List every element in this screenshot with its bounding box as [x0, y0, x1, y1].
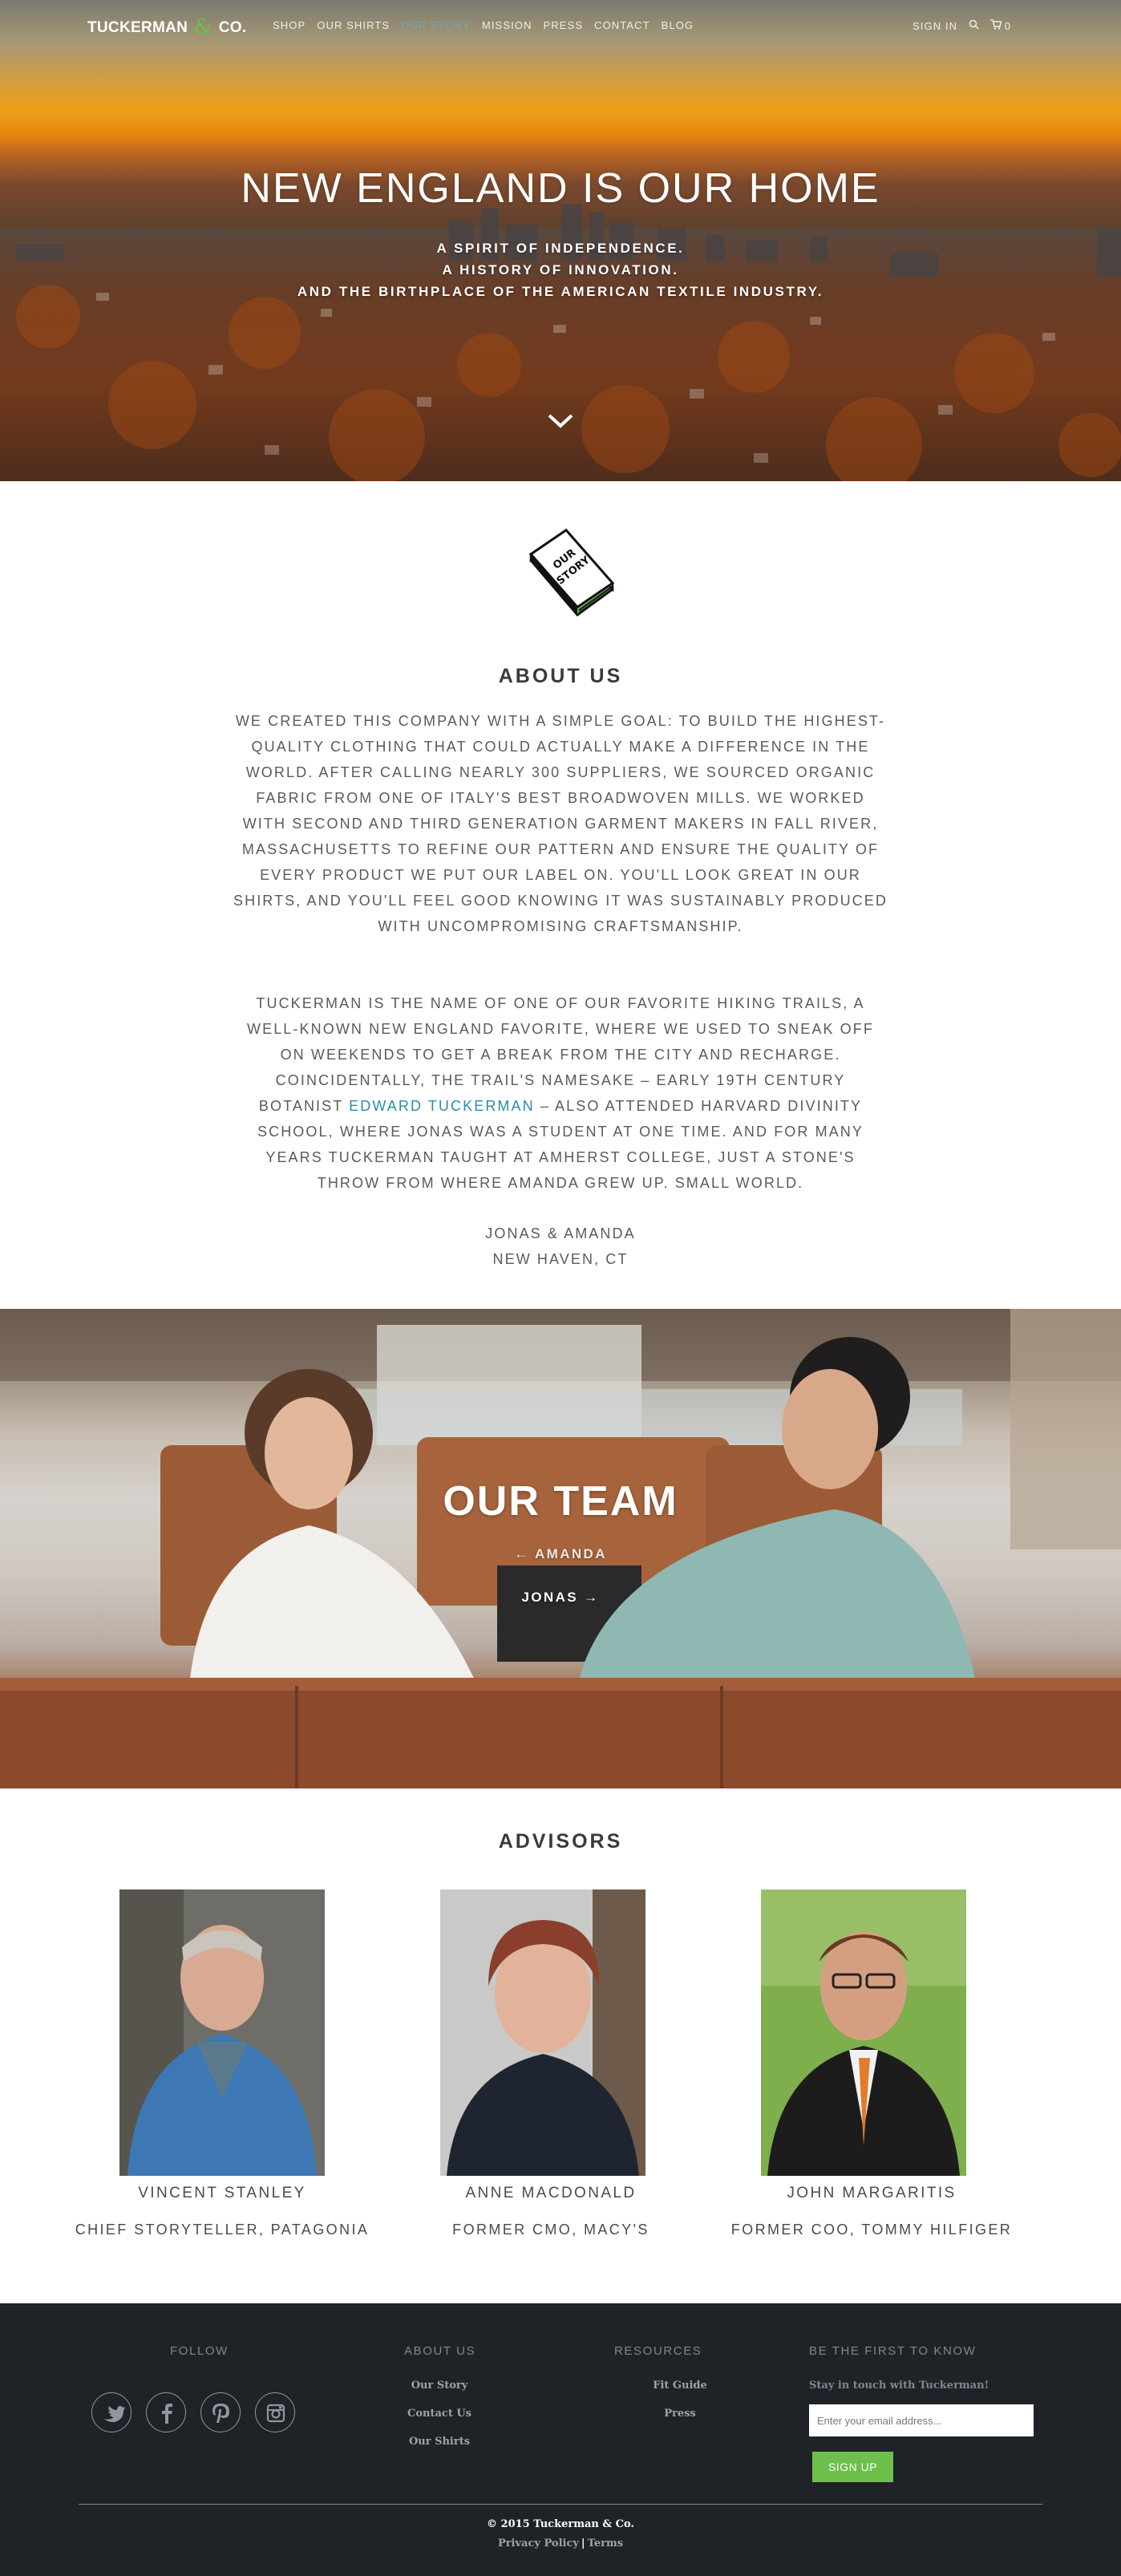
advisor-photo-john	[761, 1889, 966, 2176]
edward-tuckerman-link[interactable]: EDWARD TUCKERMAN	[349, 1098, 535, 1114]
hero-line: AND THE BIRTHPLACE OF THE AMERICAN TEXTI…	[297, 284, 824, 299]
hero-title: NEW ENGLAND IS OUR HOME	[241, 165, 880, 212]
advisor-name: JOHN MARGARITIS	[787, 2185, 957, 2201]
brand-ampersand: &	[193, 15, 213, 39]
advisor-role: CHIEF STORYTELLER, PATAGONIA	[75, 2222, 370, 2238]
brand-suffix: CO.	[218, 19, 247, 36]
newsletter-note: Stay in touch with Tuckerman!	[809, 2380, 989, 2392]
footer-link-contact-us[interactable]: Contact Us	[359, 2408, 520, 2420]
legal-links: Privacy Policy | Terms	[0, 2538, 1121, 2550]
footer-link-press[interactable]: Press	[600, 2408, 760, 2420]
nav-our-story[interactable]: OUR STORY	[401, 19, 471, 31]
hero-line: A HISTORY OF INNOVATION.	[442, 262, 679, 277]
nav-blog[interactable]: BLOG	[662, 19, 694, 31]
brand-logo[interactable]: TUCKERMAN & CO.	[87, 14, 247, 39]
cart-icon	[990, 19, 1002, 32]
main-menu: SHOP OUR SHIRTS OUR STORY MISSION PRESS …	[273, 19, 694, 31]
footer-follow-heading: FOLLOW	[170, 2344, 229, 2358]
footer-divider	[79, 2504, 1042, 2505]
team-title: OUR TEAM	[443, 1478, 678, 1525]
terms-link[interactable]: Terms	[588, 2538, 623, 2550]
twitter-icon[interactable]	[91, 2392, 132, 2432]
jonas-link[interactable]: JONAS →	[0, 1590, 1121, 1606]
about-heading: ABOUT US	[498, 665, 623, 687]
paragraph-text: TUCKERMAN IS THE NAME OF ONE OF OUR FAVO…	[247, 995, 874, 1114]
account-nav: SIGN IN 0	[913, 19, 1010, 32]
legal-separator: |	[581, 2538, 585, 2550]
brand-name: TUCKERMAN	[87, 19, 188, 36]
signature-location: NEW HAVEN, CT	[492, 1251, 629, 1267]
instagram-icon[interactable]	[255, 2392, 295, 2432]
hero-line: A SPIRIT OF INDEPENDENCE.	[436, 241, 685, 256]
search-icon[interactable]	[969, 19, 979, 32]
footer-about-heading: ABOUT US	[404, 2344, 476, 2358]
footer-link-our-shirts[interactable]: Our Shirts	[359, 2436, 520, 2448]
chevron-down-icon[interactable]	[544, 409, 577, 433]
nav-mission[interactable]: MISSION	[482, 19, 532, 31]
advisors-heading: ADVISORS	[498, 1830, 623, 1853]
amanda-link[interactable]: ← AMANDA	[0, 1546, 1121, 1562]
nav-press[interactable]: PRESS	[544, 19, 584, 31]
cart-count: 0	[1004, 20, 1010, 32]
sign-in-link[interactable]: SIGN IN	[913, 20, 957, 32]
footer-newsletter-heading: BE THE FIRST TO KNOW	[809, 2344, 977, 2358]
copyright-text: © 2015 Tuckerman & Co.	[487, 2518, 634, 2530]
privacy-policy-link[interactable]: Privacy Policy	[498, 2538, 579, 2550]
nav-shop[interactable]: SHOP	[273, 19, 306, 31]
cart-link[interactable]: 0	[990, 19, 1010, 32]
nav-our-shirts[interactable]: OUR SHIRTS	[317, 19, 390, 31]
advisor-name: VINCENT STANLEY	[138, 2185, 306, 2201]
advisor-role: FORMER COO, TOMMY HILFIGER	[730, 2222, 1013, 2238]
footer-resources-heading: RESOURCES	[614, 2344, 702, 2358]
about-paragraph-2: TUCKERMAN IS THE NAME OF ONE OF OUR FAVO…	[233, 990, 888, 1196]
signature-names: JONAS & AMANDA	[485, 1225, 636, 1241]
sign-up-button[interactable]: SIGN UP	[812, 2452, 893, 2482]
pinterest-icon[interactable]	[200, 2392, 241, 2432]
footer-link-our-story[interactable]: Our Story	[359, 2380, 520, 2392]
advisor-photo-anne	[440, 1889, 645, 2176]
our-story-book-icon: OUR STORY	[496, 516, 625, 636]
hero-subtitle: A SPIRIT OF INDEPENDENCE. A HISTORY OF I…	[0, 237, 1121, 302]
about-signature: JONAS & AMANDA NEW HAVEN, CT	[233, 1221, 888, 1272]
top-navigation: TUCKERMAN & CO. SHOP OUR SHIRTS OUR STOR…	[0, 0, 1121, 50]
nav-contact[interactable]: CONTACT	[594, 19, 650, 31]
advisor-photo-vincent	[119, 1889, 325, 2176]
email-field[interactable]	[809, 2404, 1034, 2436]
advisor-role: FORMER CMO, MACY'S	[452, 2222, 650, 2238]
advisor-name: ANNE MACDONALD	[465, 2185, 637, 2201]
footer-link-fit-guide[interactable]: Fit Guide	[600, 2380, 760, 2392]
facebook-icon[interactable]	[146, 2392, 186, 2432]
about-paragraph-1: WE CREATED THIS COMPANY WITH A SIMPLE GO…	[233, 713, 888, 934]
